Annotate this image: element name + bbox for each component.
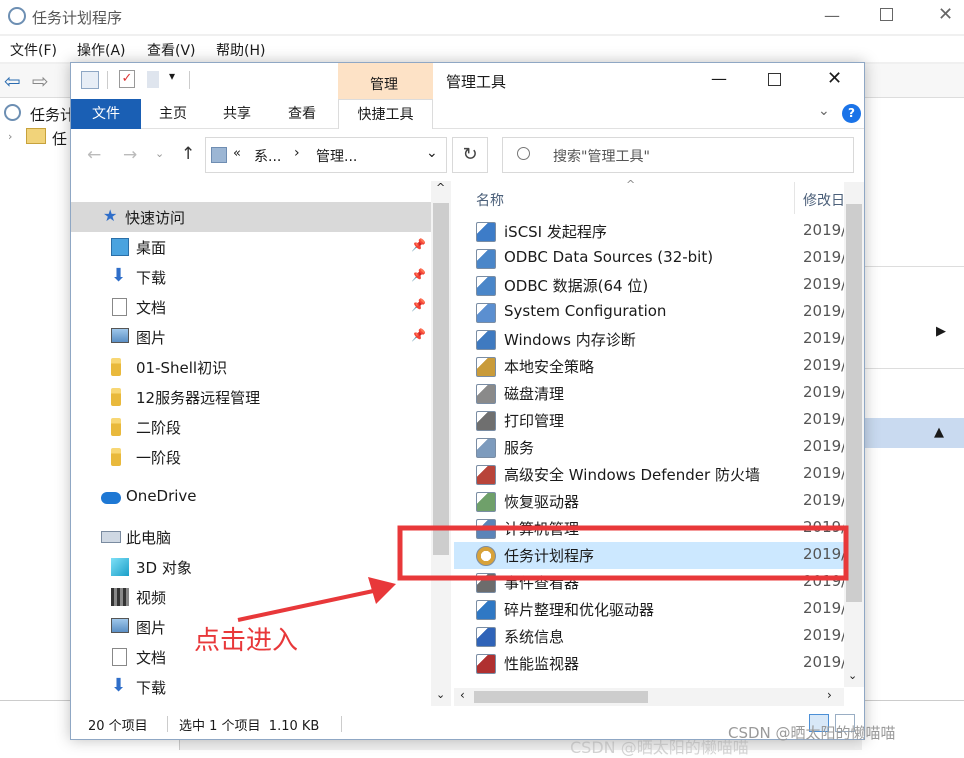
annotation-overlay	[237, 525, 849, 622]
annotation-arrow-head	[368, 577, 396, 604]
highlight-box	[397, 525, 849, 581]
annotation-text: 点击进入	[194, 626, 299, 656]
watermark: CSDN @晒太阳的懒喵喵	[728, 724, 896, 742]
annotation-arrow-line	[237, 588, 379, 622]
